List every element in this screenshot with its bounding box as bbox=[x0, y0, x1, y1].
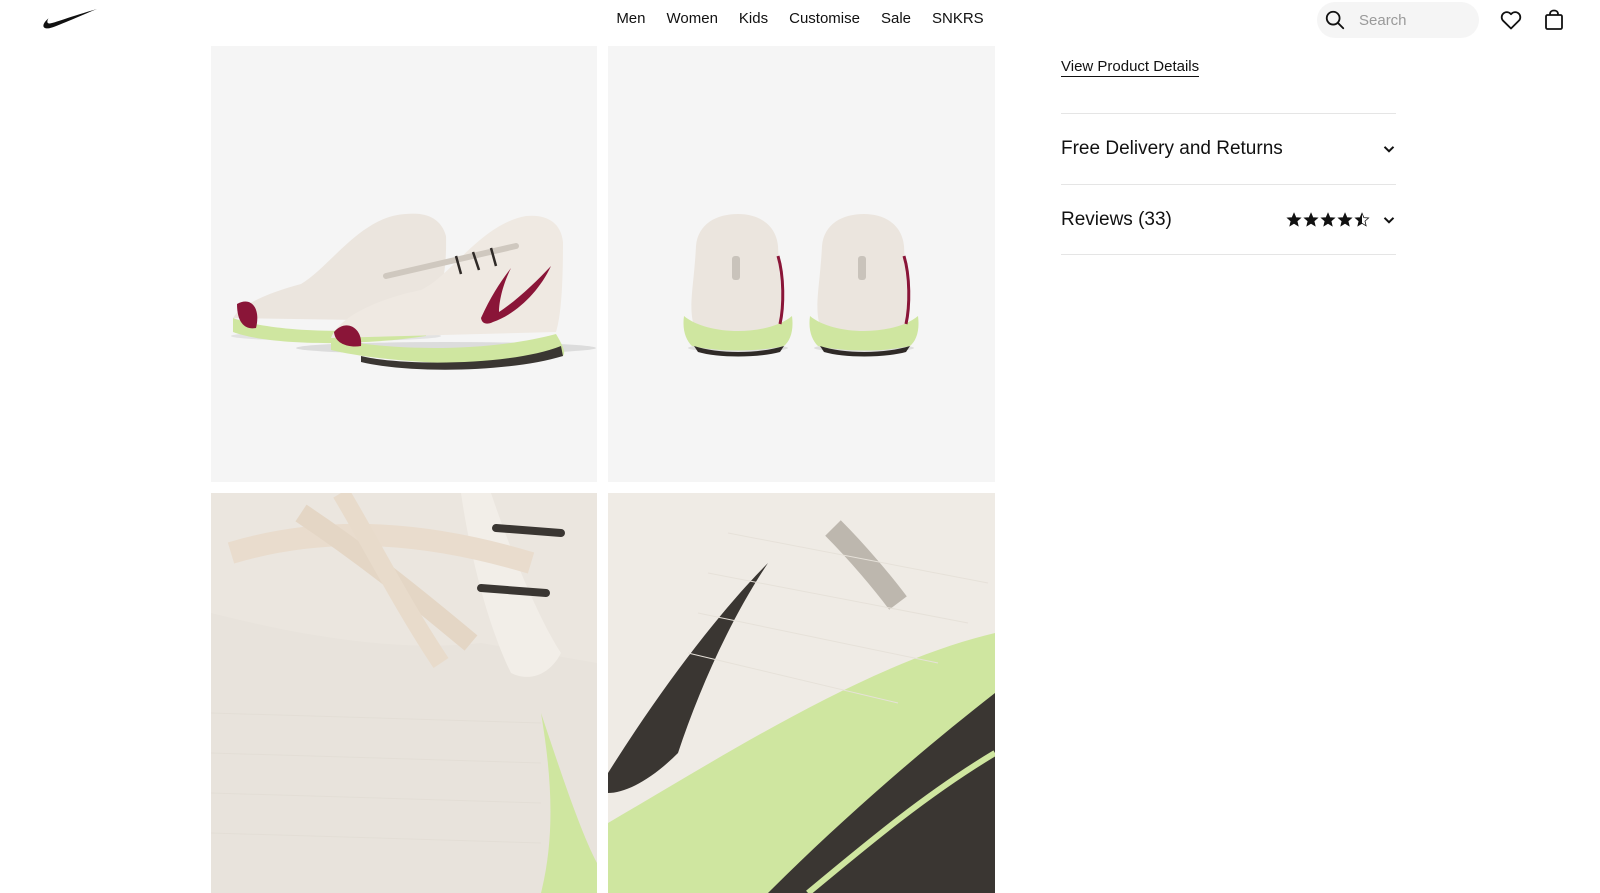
nav-women[interactable]: Women bbox=[656, 10, 728, 27]
rating-stars bbox=[1286, 211, 1370, 228]
star-icon bbox=[1320, 211, 1336, 227]
star-icon bbox=[1337, 211, 1353, 227]
product-image-back[interactable] bbox=[608, 46, 995, 482]
nav-customise[interactable]: Customise bbox=[779, 10, 871, 27]
search-box bbox=[1317, 2, 1479, 38]
product-image-laces[interactable] bbox=[211, 493, 597, 893]
nav-kids[interactable]: Kids bbox=[728, 10, 778, 27]
star-icon bbox=[1286, 211, 1302, 227]
chevron-down-icon bbox=[1383, 146, 1395, 153]
nike-logo[interactable] bbox=[42, 8, 98, 32]
search-icon[interactable] bbox=[1317, 2, 1353, 38]
heart-icon bbox=[1500, 11, 1522, 30]
nav-sale[interactable]: Sale bbox=[870, 10, 921, 27]
bag-button[interactable] bbox=[1540, 6, 1568, 34]
delivery-accordion[interactable]: Free Delivery and Returns bbox=[1061, 113, 1396, 184]
site-header: Men Women Kids Customise Sale SNKRS bbox=[0, 0, 1600, 40]
favourites-button[interactable] bbox=[1497, 6, 1525, 34]
bag-icon bbox=[1545, 9, 1563, 30]
view-product-details-link[interactable]: View Product Details bbox=[1061, 58, 1200, 77]
nav-men[interactable]: Men bbox=[606, 10, 656, 27]
chevron-down-icon bbox=[1383, 216, 1395, 224]
star-icon bbox=[1354, 211, 1370, 227]
product-info-panel: View Product Details Free Delivery and R… bbox=[1061, 58, 1396, 255]
star-icon bbox=[1303, 211, 1319, 227]
product-image-sole[interactable] bbox=[608, 493, 995, 893]
nav-snkrs[interactable]: SNKRS bbox=[922, 10, 995, 27]
search-input[interactable] bbox=[1353, 11, 1463, 29]
delivery-title: Free Delivery and Returns bbox=[1061, 138, 1283, 159]
reviews-accordion[interactable]: Reviews (33) bbox=[1061, 184, 1396, 255]
product-image-side[interactable] bbox=[211, 46, 597, 482]
swoosh-icon bbox=[43, 9, 97, 29]
reviews-title: Reviews (33) bbox=[1061, 208, 1172, 230]
